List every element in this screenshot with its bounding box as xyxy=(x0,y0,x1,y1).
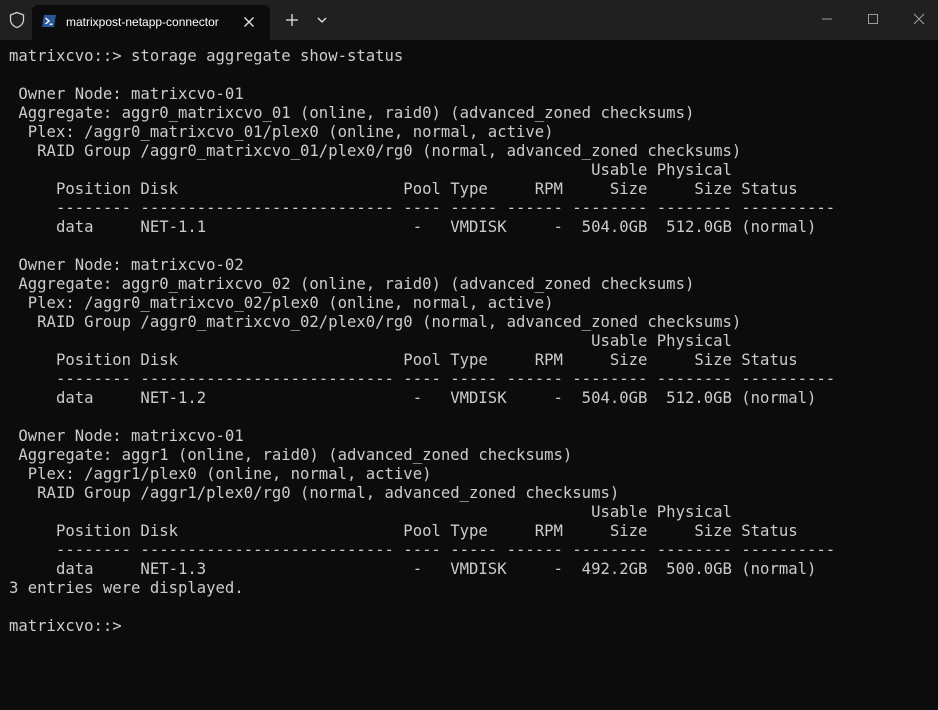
terminal-line: Position Disk Pool Type RPM Size Size St… xyxy=(9,351,798,369)
terminal-line: -------- --------------------------- ---… xyxy=(9,199,836,217)
terminal-line: Owner Node: matrixcvo-01 xyxy=(9,427,244,445)
window-close-icon[interactable] xyxy=(910,10,928,28)
terminal-line: Plex: /aggr0_matrixcvo_01/plex0 (online,… xyxy=(9,123,554,141)
terminal-window: matrixpost-netapp-connector matrixcvo::>… xyxy=(0,0,938,710)
terminal-line: Aggregate: aggr0_matrixcvo_02 (online, r… xyxy=(9,275,695,293)
terminal-line: Plex: /aggr1/plex0 (online, normal, acti… xyxy=(9,465,432,483)
terminal-line: Owner Node: matrixcvo-02 xyxy=(9,256,244,274)
terminal-line: RAID Group /aggr1/plex0/rg0 (normal, adv… xyxy=(9,484,620,502)
terminal-scrollbar[interactable] xyxy=(930,40,938,710)
terminal-line: 3 entries were displayed. xyxy=(9,579,244,597)
maximize-icon[interactable] xyxy=(864,10,882,28)
terminal-line: -------- --------------------------- ---… xyxy=(9,370,836,388)
terminal-line: Position Disk Pool Type RPM Size Size St… xyxy=(9,522,798,540)
new-tab-icon[interactable] xyxy=(284,12,300,28)
terminal-line: Usable Physical xyxy=(9,332,732,350)
terminal-line: Aggregate: aggr1 (online, raid0) (advanc… xyxy=(9,446,573,464)
minimize-icon[interactable] xyxy=(818,10,836,28)
terminal-line: Owner Node: matrixcvo-01 xyxy=(9,85,244,103)
terminal-line: Usable Physical xyxy=(9,161,732,179)
terminal-line: data NET-1.2 - VMDISK - 504.0GB 512.0GB … xyxy=(9,389,817,407)
terminal-line: data NET-1.1 - VMDISK - 504.0GB 512.0GB … xyxy=(9,218,817,236)
terminal-line: matrixcvo::> xyxy=(9,617,132,635)
close-tab-icon[interactable] xyxy=(240,13,258,31)
terminal-line: data NET-1.3 - VMDISK - 492.2GB 500.0GB … xyxy=(9,560,817,578)
shield-icon[interactable] xyxy=(8,11,26,29)
terminal-line: Aggregate: aggr0_matrixcvo_01 (online, r… xyxy=(9,104,695,122)
terminal-line: RAID Group /aggr0_matrixcvo_02/plex0/rg0… xyxy=(9,313,742,331)
chevron-down-icon[interactable] xyxy=(316,14,328,26)
terminal-output[interactable]: matrixcvo::> storage aggregate show-stat… xyxy=(0,40,938,710)
terminal-line: Position Disk Pool Type RPM Size Size St… xyxy=(9,180,798,198)
tab-terminal[interactable]: matrixpost-netapp-connector xyxy=(32,5,270,40)
terminal-line: -------- --------------------------- ---… xyxy=(9,541,836,559)
terminal-line: RAID Group /aggr0_matrixcvo_01/plex0/rg0… xyxy=(9,142,742,160)
terminal-line: matrixcvo::> storage aggregate show-stat… xyxy=(9,47,404,65)
tab-title: matrixpost-netapp-connector xyxy=(66,15,219,29)
terminal-text: matrixcvo::> storage aggregate show-stat… xyxy=(0,40,938,636)
terminal-line: Plex: /aggr0_matrixcvo_02/plex0 (online,… xyxy=(9,294,554,312)
powershell-icon xyxy=(42,15,56,27)
title-bar: matrixpost-netapp-connector xyxy=(0,0,938,40)
terminal-line: Usable Physical xyxy=(9,503,732,521)
